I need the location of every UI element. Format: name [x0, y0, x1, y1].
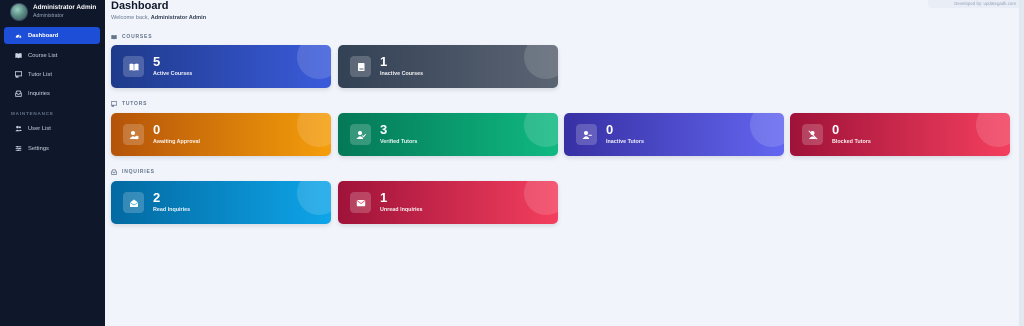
welcome-message: Welcome back, Administrator Admin [111, 15, 206, 21]
section-label-tutors: TUTORS [111, 101, 147, 107]
sidebar-item-label: Tutor List [28, 71, 52, 78]
inbox-icon [14, 90, 22, 98]
card-label: Verified Tutors [380, 139, 418, 145]
card-label: Read Inquiries [153, 207, 191, 213]
card-value: 0 [153, 122, 161, 137]
card-value: 1 [380, 54, 388, 69]
sidebar-item-course-list[interactable]: Course List [4, 47, 100, 64]
user-profile[interactable]: Administrator Admin Administrator [10, 3, 105, 23]
page-scrollbar[interactable] [1019, 0, 1024, 326]
sidebar-item-inquiries[interactable]: Inquiries [4, 85, 100, 102]
card-decoration [524, 113, 558, 147]
profile-name: Administrator Admin [33, 4, 97, 11]
card-decoration [297, 181, 331, 215]
sidebar-item-settings[interactable]: Settings [4, 140, 100, 157]
stat-card-inactive-courses[interactable]: 1 Inactive Courses [338, 45, 558, 88]
stat-card-inactive-tutors[interactable]: 0 Inactive Tutors [564, 113, 784, 156]
sidebar-section-maintenance: MAINTENANCE [11, 111, 54, 116]
sidebar-item-user-list[interactable]: User List [4, 120, 100, 137]
book-icon [14, 52, 22, 60]
open-book-icon [123, 56, 144, 77]
card-label: Inactive Tutors [606, 139, 644, 145]
card-label: Active Courses [153, 71, 193, 77]
user-slash-icon [802, 124, 823, 145]
sidebar-item-label: Dashboard [28, 32, 59, 39]
card-decoration [524, 181, 558, 215]
card-value: 5 [153, 54, 161, 69]
card-decoration [297, 45, 331, 79]
user-clock-icon [123, 124, 144, 145]
sliders-icon [14, 145, 22, 153]
card-label: Blocked Tutors [832, 139, 871, 145]
card-value: 0 [606, 122, 614, 137]
chalkboard-icon [14, 71, 22, 79]
card-decoration [297, 113, 331, 147]
closed-book-icon [350, 56, 371, 77]
inbox-icon [111, 169, 118, 175]
envelope-open-icon [123, 192, 144, 213]
section-label-text: COURSES [122, 34, 153, 40]
welcome-user-name: Administrator Admin [150, 15, 207, 21]
section-label-text: TUTORS [122, 101, 148, 107]
stat-card-unread-inquiries[interactable]: 1 Unread Inquiries [338, 181, 558, 224]
card-decoration [750, 113, 784, 147]
card-label: Awaiting Approval [153, 139, 201, 145]
page-title: Dashboard [111, 0, 169, 12]
chalkboard-icon [111, 101, 118, 107]
sidebar-item-label: Course List [28, 52, 58, 59]
sidebar: Administrator Admin Administrator Dashbo… [0, 0, 105, 326]
avatar [10, 3, 28, 21]
card-decoration [524, 45, 558, 79]
user-check-icon [350, 124, 371, 145]
card-label: Unread Inquiries [380, 207, 423, 213]
users-icon [14, 125, 22, 133]
sidebar-item-label: Settings [28, 145, 49, 152]
stat-card-read-inquiries[interactable]: 2 Read Inquiries [111, 181, 331, 224]
card-decoration [976, 113, 1010, 147]
card-value: 0 [832, 122, 840, 137]
sidebar-item-tutor-list[interactable]: Tutor List [4, 66, 100, 83]
section-label-courses: COURSES [111, 34, 152, 40]
profile-role: Administrator [33, 13, 64, 19]
stat-card-blocked-tutors[interactable]: 0 Blocked Tutors [790, 113, 1010, 156]
stat-card-active-courses[interactable]: 5 Active Courses [111, 45, 331, 88]
section-label-text: INQUIRIES [122, 169, 155, 175]
book-icon [111, 34, 118, 40]
dashboard-icon [14, 32, 22, 40]
card-value: 3 [380, 122, 388, 137]
sidebar-item-label: Inquiries [28, 90, 50, 97]
sidebar-item-label: User List [28, 125, 51, 132]
sidebar-item-dashboard[interactable]: Dashboard [4, 27, 100, 44]
card-value: 1 [380, 190, 388, 205]
section-label-inquiries: INQUIRIES [111, 169, 155, 175]
card-value: 2 [153, 190, 161, 205]
card-label: Inactive Courses [380, 71, 424, 77]
developer-credit: Developed by: updategadk.com [928, 0, 1020, 8]
stat-card-verified-tutors[interactable]: 3 Verified Tutors [338, 113, 558, 156]
envelope-icon [350, 192, 371, 213]
welcome-prefix: Welcome back, [111, 15, 151, 21]
user-minus-icon [576, 124, 597, 145]
stat-card-awaiting-approval[interactable]: 0 Awaiting Approval [111, 113, 331, 156]
